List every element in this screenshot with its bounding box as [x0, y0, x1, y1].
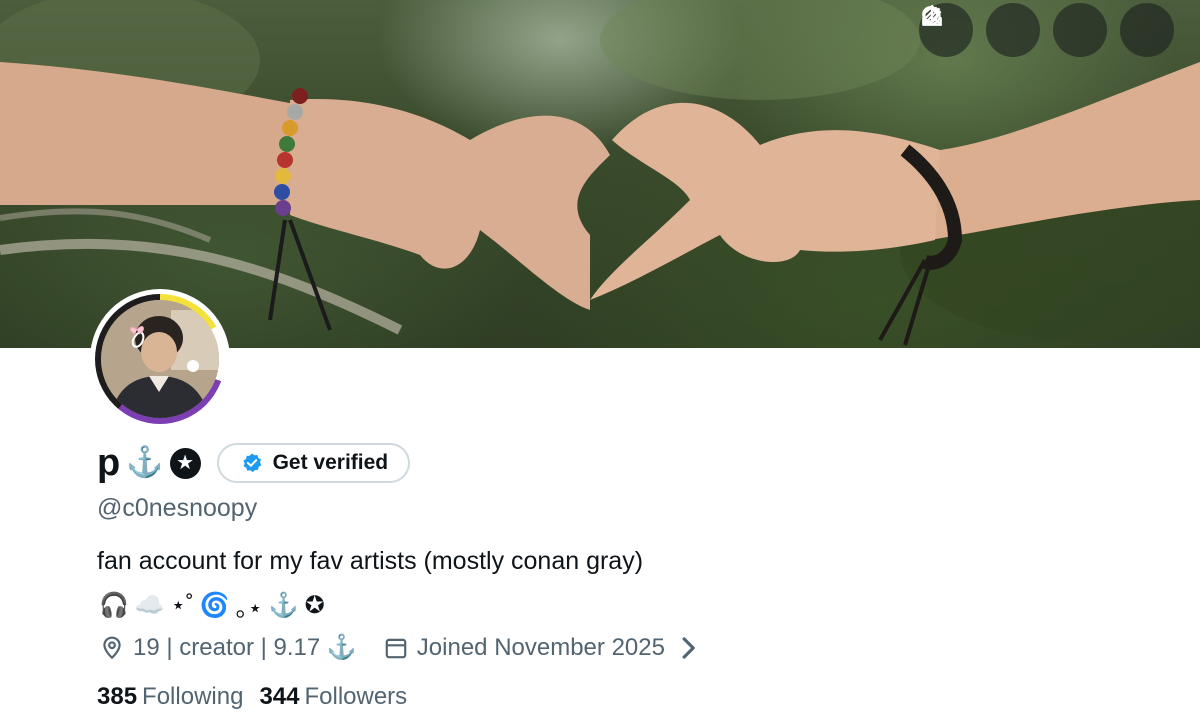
following-label: Following [142, 683, 244, 710]
sparkle-glyph: ⋆˚ [170, 592, 194, 619]
avatar-ring [95, 294, 225, 424]
location-pin-icon [103, 636, 121, 659]
get-verified-label: Get verified [272, 451, 389, 474]
following-link[interactable]: 385 Following [97, 683, 243, 711]
display-name: p [97, 442, 121, 484]
joined-item[interactable]: Joined November 2025 [383, 634, 709, 662]
anchor-icon: ⚓ [126, 446, 164, 479]
followers-label: Followers [304, 683, 408, 710]
following-count: 385 [97, 683, 138, 710]
follow-stats: 385 Following 344 Followers [97, 683, 407, 711]
profile-handle: @c0nesnoopy [97, 494, 258, 522]
cloud-emoji: ☁️ [134, 592, 165, 619]
followers-count: 344 [259, 683, 300, 710]
star-icon: ★ [169, 447, 201, 479]
chevron-right-icon [675, 635, 709, 661]
display-name-row: p ⚓ ★ Get verified [97, 442, 411, 484]
get-verified-button[interactable]: Get verified [216, 443, 411, 483]
avatar-image [101, 300, 219, 418]
share-icon [922, 5, 942, 26]
sparkle-glyph-2: ｡⋆ [235, 595, 263, 622]
swirl-emoji: 🌀 [199, 592, 230, 619]
profile-bio: fan account for my fav artists (mostly c… [97, 547, 644, 575]
banner-actions [919, 3, 1174, 57]
location-text: 19 | creator | 9.17 ⚓ [133, 634, 357, 661]
profile-avatar[interactable] [90, 289, 230, 429]
anchor-glyph: ⚓ [268, 592, 299, 619]
followers-link[interactable]: 344 Followers [259, 683, 407, 711]
search-button[interactable] [922, 3, 1040, 57]
verified-badge-icon [243, 453, 261, 473]
edit-button[interactable] [922, 3, 1107, 57]
share-button[interactable] [922, 3, 1174, 57]
joined-text: Joined November 2025 [416, 633, 665, 661]
profile-meta: 19 | creator | 9.17 ⚓ Joined November 20… [99, 633, 709, 662]
star-glyph: ✪ [304, 592, 325, 619]
location-item: 19 | creator | 9.17 ⚓ [99, 633, 357, 662]
bio-emoji-line: 🎧 ☁️ ⋆˚ 🌀 ｡⋆ ⚓ ✪ [99, 588, 325, 623]
calendar-icon [385, 638, 407, 658]
headphones-emoji: 🎧 [99, 592, 129, 619]
